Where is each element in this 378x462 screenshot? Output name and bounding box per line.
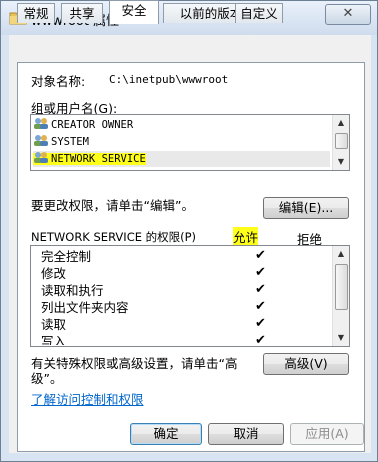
user-group-icon — [34, 135, 48, 146]
tab-label: 常规 — [23, 6, 49, 21]
permission-row: 读取 — [41, 316, 66, 333]
scroll-thumb[interactable] — [335, 264, 348, 310]
list-item-selected[interactable]: NETWORK SERVICE — [33, 151, 330, 167]
object-name-value: C:\inetpub\wwwroot — [109, 73, 229, 86]
scroll-down-icon[interactable]: ▼ — [333, 330, 349, 346]
list-item[interactable]: SYSTEM — [33, 134, 89, 150]
advanced-prompt-line2: 级”。 — [31, 371, 63, 386]
tab-label: 自定义 — [240, 6, 278, 21]
cancel-button-label: 取消 — [233, 426, 259, 441]
apply-button-label: 应用(A) — [305, 426, 349, 441]
tab-sharing[interactable]: 共享 — [61, 3, 103, 23]
scroll-up-icon[interactable]: ▲ — [333, 115, 349, 131]
permissions-header: NETWORK SERVICE 的权限(P) — [31, 230, 197, 244]
scroll-down-icon[interactable]: ▼ — [333, 154, 349, 170]
allow-column-header: 允许 — [233, 227, 259, 246]
allow-checkmark: ✔ — [255, 248, 266, 263]
permission-row: 写入 — [41, 333, 66, 345]
permission-name: 修改 — [41, 266, 67, 281]
permission-name: 读取 — [41, 317, 67, 332]
properties-window: wwwroot 属性 ✕ 常规 共享 安全 以前的版本 自定义 对象名称: C:… — [0, 0, 378, 462]
tab-general[interactable]: 常规 — [17, 3, 55, 23]
tab-label: 共享 — [69, 6, 95, 21]
group-name: NETWORK SERVICE — [51, 153, 146, 165]
permission-row: 读取和执行 — [41, 282, 104, 299]
edit-prompt: 要更改权限，请单击“编辑”。 — [31, 198, 194, 213]
tab-label: 安全 — [121, 3, 147, 18]
permission-name: 完全控制 — [41, 249, 92, 264]
object-name-label: 对象名称: — [31, 74, 86, 89]
tab-security[interactable]: 安全 — [109, 0, 159, 24]
groups-scrollbar[interactable]: ▲ ▼ — [332, 115, 349, 170]
user-group-icon — [34, 152, 48, 163]
permission-row: 列出文件夹内容 — [41, 299, 129, 316]
edit-button[interactable]: 编辑(E)... — [263, 197, 349, 219]
groups-listbox[interactable]: CREATOR OWNER SYSTEM NETWORK SERVICE ▲ ▼ — [30, 114, 350, 171]
permission-row: 完全控制 — [41, 248, 91, 265]
permission-name: 列出文件夹内容 — [41, 300, 129, 315]
permission-name: 读取和执行 — [41, 283, 104, 298]
tab-label: 以前的版本 — [179, 6, 243, 21]
list-item[interactable]: CREATOR OWNER — [33, 117, 133, 133]
allow-checkmark: ✔ — [255, 333, 266, 345]
close-icon: ✕ — [342, 6, 354, 21]
allow-checkmark: ✔ — [255, 282, 266, 297]
allow-checkmark: ✔ — [255, 265, 266, 280]
edit-button-label: 编辑(E)... — [278, 200, 334, 215]
scroll-thumb[interactable] — [335, 133, 348, 149]
scroll-up-icon[interactable]: ▲ — [333, 246, 349, 262]
access-control-help-link[interactable]: 了解访问控制和权限 — [31, 389, 144, 408]
close-button[interactable]: ✕ — [325, 4, 371, 25]
advanced-button-label: 高级(V) — [284, 356, 328, 371]
permission-row: 修改 — [41, 265, 66, 282]
tab-customize[interactable]: 自定义 — [235, 3, 283, 23]
advanced-button[interactable]: 高级(V) — [263, 353, 349, 375]
permissions-scrollbar[interactable]: ▲ ▼ — [332, 246, 349, 346]
permissions-list: 完全控制 ✔ 修改 ✔ 读取和执行 ✔ 列出文件夹内容 ✔ 读取 ✔ 写入 ✔ … — [30, 245, 350, 347]
group-name: CREATOR OWNER — [51, 119, 134, 131]
ok-button-label: 确定 — [153, 426, 179, 441]
permission-name: 写入 — [41, 334, 67, 345]
user-group-icon — [34, 118, 48, 129]
allow-checkmark: ✔ — [255, 299, 266, 314]
cancel-button[interactable]: 取消 — [208, 423, 284, 445]
apply-button[interactable]: 应用(A) — [290, 423, 364, 445]
allow-checkmark: ✔ — [255, 316, 266, 331]
group-name: SYSTEM — [51, 136, 89, 148]
ok-button[interactable]: 确定 — [130, 423, 202, 445]
